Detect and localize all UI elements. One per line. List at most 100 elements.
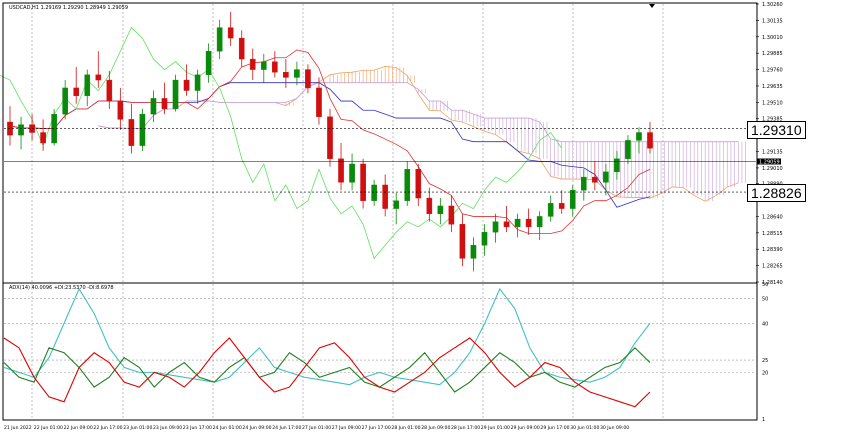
candle-body <box>283 71 289 78</box>
candle-body <box>161 98 168 110</box>
candle-body <box>183 79 190 91</box>
time-tick-label: 21 Jun 2022 <box>4 425 32 431</box>
price-tick-label: 1.29885 <box>762 51 783 57</box>
candle-body <box>338 158 344 183</box>
time-tick-label: 29 Jun 01:00 <box>481 425 510 431</box>
candle-body <box>106 79 113 102</box>
time-tick-label: 28 Jun 01:00 <box>391 425 420 431</box>
price-panel-title: USDCAD,H1 1.29169 1.29290 1.28949 1.2905… <box>9 5 129 11</box>
candle-body <box>238 37 245 60</box>
price-tick-label: 1.28640 <box>762 214 783 220</box>
candle-body <box>448 205 455 225</box>
price-tick-label: 1.30260 <box>762 2 783 8</box>
price-tick-label: 1.29510 <box>762 100 783 106</box>
indicator-tick-label: 50 <box>762 297 768 303</box>
chart-window[interactable]: 1.293101.290591.28826 56504025201 1.3026… <box>0 0 843 435</box>
candle-body <box>382 184 388 209</box>
price-tick-label: 1.30010 <box>762 35 783 41</box>
time-tick-label: 23 Jun 09:00 <box>153 425 182 431</box>
time-tick-label: 28 Jun 09:00 <box>421 425 450 431</box>
candle-body <box>227 27 234 39</box>
candle-body <box>205 51 212 76</box>
time-tick-label: 30 Jun 09:00 <box>600 425 629 431</box>
candle-body <box>580 176 587 191</box>
price-tick-label: 1.28515 <box>762 231 783 237</box>
price-tick-label: 1.28140 <box>762 280 783 286</box>
candle-body <box>172 79 179 110</box>
candle-body <box>260 61 267 70</box>
price-tick-label: 1.28265 <box>762 264 783 270</box>
price-tick-label: 1.29135 <box>762 150 783 156</box>
candle-body <box>117 100 124 120</box>
time-tick-label: 27 Jun 17:00 <box>362 425 391 431</box>
candle-body <box>272 61 278 73</box>
candle-body <box>437 205 444 215</box>
candle-body <box>305 69 311 89</box>
candle-body <box>18 124 24 136</box>
candle-body <box>393 200 400 209</box>
candle-body <box>327 116 333 159</box>
candle-body <box>371 184 377 201</box>
current-price-tag: 1.29059 <box>759 159 780 165</box>
price-tick-label: 1.29635 <box>762 84 783 90</box>
candle-body <box>128 119 135 146</box>
candle-body <box>349 163 355 183</box>
indicator-tick-label: 20 <box>762 370 768 376</box>
candle-body <box>558 203 565 209</box>
time-tick-label: 23 Jun 01:00 <box>123 425 152 431</box>
time-tick-label: 24 Jun 09:00 <box>242 425 271 431</box>
candle-body <box>536 216 543 228</box>
candle-body <box>459 224 466 259</box>
candle-body <box>492 221 499 233</box>
candle-body <box>592 176 598 183</box>
candle-body <box>294 69 300 78</box>
level-label-upper: 1.29310 <box>747 121 806 139</box>
candle-body <box>360 163 366 201</box>
time-tick-label: 24 Jun 17:00 <box>272 425 301 431</box>
time-tick-label: 27 Jun 01:00 <box>302 425 331 431</box>
indicator-tick-label: 40 <box>762 321 768 327</box>
time-tick-label: 22 Jun 01:00 <box>34 425 63 431</box>
candle-body <box>625 140 631 159</box>
candle-body <box>95 74 102 81</box>
indicator-tick-label: 1 <box>762 417 765 423</box>
time-tick-label: 30 Jun 01:00 <box>570 425 599 431</box>
candle-body <box>514 218 521 228</box>
candle-body <box>40 132 46 144</box>
candle-body <box>216 27 223 52</box>
candle-body <box>470 245 477 259</box>
candle-body <box>73 87 80 96</box>
candle-body <box>150 98 157 115</box>
candle-body <box>249 58 256 70</box>
time-tick-label: 22 Jun 17:00 <box>93 425 122 431</box>
price-tick-label: 1.29010 <box>762 166 783 172</box>
time-tick-label: 27 Jun 09:00 <box>332 425 361 431</box>
time-tick-label: 22 Jun 09:00 <box>64 425 93 431</box>
chart-canvas[interactable]: 1.293101.290591.28826 56504025201 1.3026… <box>0 0 843 435</box>
time-tick-label: 29 Jun 09:00 <box>511 425 540 431</box>
candle-body <box>636 132 642 141</box>
candle-body <box>503 221 510 228</box>
candle-body <box>547 203 554 217</box>
candle-body <box>481 231 488 246</box>
price-tick-label: 1.29760 <box>762 68 783 74</box>
candle-body <box>569 190 576 209</box>
time-tick-label: 28 Jun 17:00 <box>451 425 480 431</box>
indicator-panel-title: ADX(14) 40.0096 +DI:23.5370 -DI:8.6978 <box>9 285 114 291</box>
candle-body <box>404 169 411 201</box>
candle-body <box>525 218 532 228</box>
candle-body <box>84 74 91 96</box>
candle-body <box>139 113 146 146</box>
indicator-tick-label: 25 <box>762 358 768 364</box>
price-tick-label: 1.28390 <box>762 247 783 253</box>
candle-body <box>426 197 433 215</box>
candle-body <box>603 171 609 183</box>
candle-body <box>614 158 620 173</box>
candle-body <box>194 74 201 91</box>
price-tick-label: 1.30135 <box>762 18 783 24</box>
candle-body <box>415 169 422 199</box>
time-tick-label: 29 Jun 17:00 <box>540 425 569 431</box>
candle-body <box>62 87 68 115</box>
candle-body <box>316 87 322 117</box>
level-label-lower: 1.28826 <box>747 184 806 202</box>
